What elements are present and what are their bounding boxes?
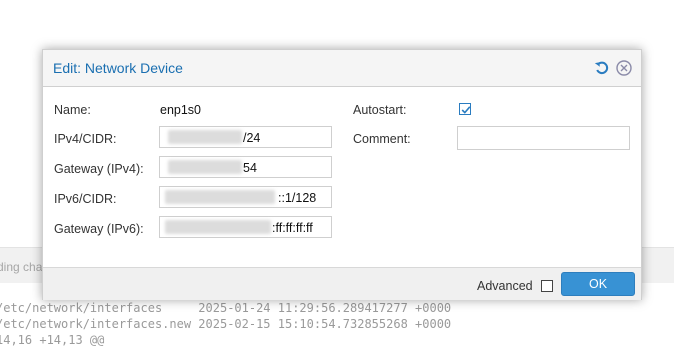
ipv4-value: /24 xyxy=(243,131,261,145)
ipv6-value: ::1/128 xyxy=(278,191,317,205)
dialog-title: Edit: Network Device xyxy=(53,60,183,76)
gateway4-label: Gateway (IPv4): xyxy=(54,162,144,176)
gateway6-value: :ff:ff:ff:ff xyxy=(272,221,313,235)
edit-network-device-dialog: Edit: Network Device Name: enp1s0 IPv4/C… xyxy=(42,49,642,300)
advanced-checkbox[interactable] xyxy=(541,280,553,292)
dialog-header: Edit: Network Device xyxy=(43,50,641,87)
dialog-footer: Advanced OK xyxy=(43,267,641,300)
ok-button[interactable]: OK xyxy=(561,272,635,296)
redacted-text xyxy=(165,220,271,234)
gateway4-input[interactable]: 54 xyxy=(159,156,332,178)
diff-output: /etc/network/interfaces 2025-01-24 11:29… xyxy=(0,300,451,348)
checkmark-icon xyxy=(461,106,471,114)
close-icon[interactable] xyxy=(615,59,633,77)
gateway4-value: 54 xyxy=(243,161,257,175)
ipv6-input[interactable]: ::1/128 xyxy=(159,186,332,208)
gateway6-label: Gateway (IPv6): xyxy=(54,222,144,236)
gateway6-input[interactable]: :ff:ff:ff:ff xyxy=(159,216,332,238)
diff-line: /etc/network/interfaces.new 2025-02-15 1… xyxy=(0,317,452,331)
redacted-text xyxy=(168,160,242,174)
redacted-text xyxy=(168,130,242,144)
diff-line: 14,16 +14,13 @@ xyxy=(0,333,105,347)
autostart-checkbox[interactable] xyxy=(459,103,471,115)
redacted-text xyxy=(165,190,275,204)
autostart-label: Autostart: xyxy=(353,103,407,117)
diff-line: /etc/network/interfaces 2025-01-24 11:29… xyxy=(0,301,452,315)
comment-input[interactable] xyxy=(457,126,630,150)
ipv6-label: IPv6/CIDR: xyxy=(54,192,117,206)
name-label: Name: xyxy=(54,103,91,117)
advanced-label: Advanced xyxy=(477,279,533,293)
ipv4-label: IPv4/CIDR: xyxy=(54,132,117,146)
comment-label: Comment: xyxy=(353,132,411,146)
ipv4-input[interactable]: /24 xyxy=(159,126,332,148)
reset-icon[interactable] xyxy=(593,59,611,77)
name-value: enp1s0 xyxy=(160,103,202,117)
background-band-text: ding cha xyxy=(0,260,43,274)
